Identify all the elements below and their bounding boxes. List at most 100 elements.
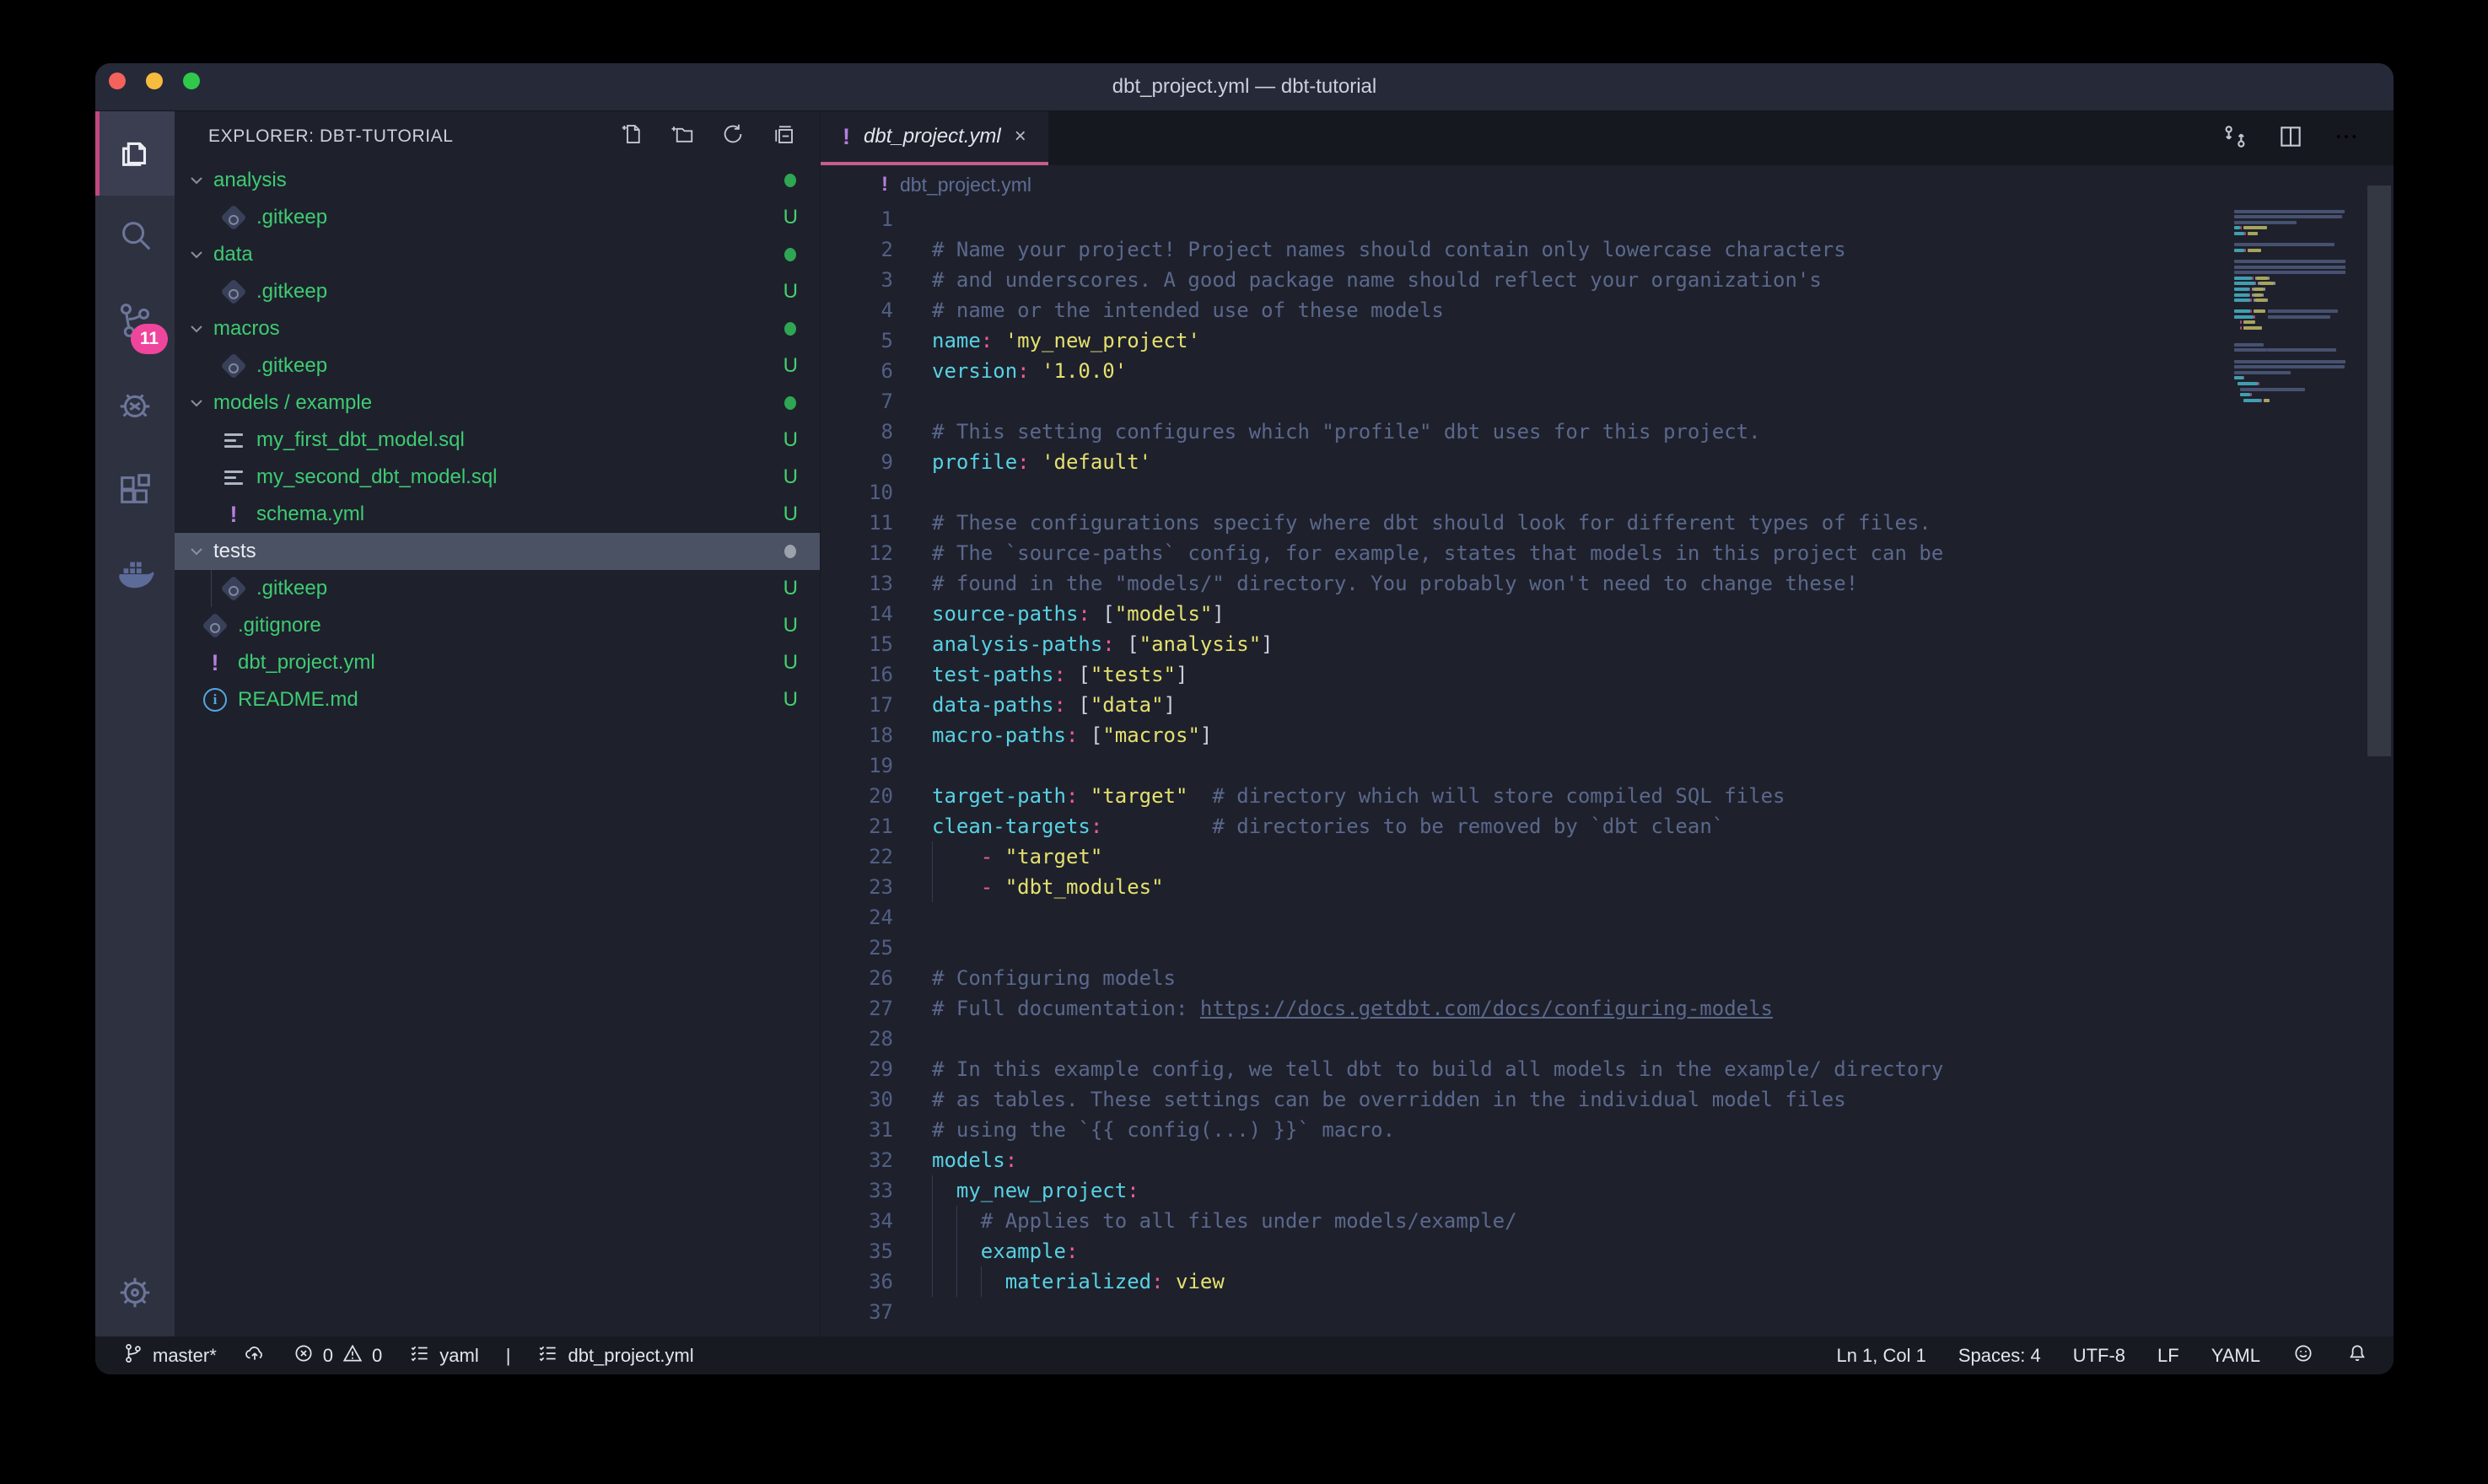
tree-file--gitignore[interactable]: .gitignoreU — [175, 607, 820, 644]
activity-extensions[interactable] — [95, 449, 175, 533]
code-line-15[interactable]: 15analysis-paths: ["analysis"] — [821, 629, 2394, 659]
tree-file-readme-md[interactable]: iREADME.mdU — [175, 681, 820, 718]
line-number[interactable]: 27 — [821, 993, 893, 1024]
line-number[interactable]: 7 — [821, 386, 893, 417]
status-language-mode[interactable]: YAML — [2211, 1345, 2260, 1367]
code-line-22[interactable]: 22 - "target" — [821, 841, 2394, 872]
tab-dbt-project-yml[interactable]: ! dbt_project.yml × — [821, 111, 1048, 165]
line-number[interactable]: 17 — [821, 690, 893, 720]
tree-file--gitkeep[interactable]: .gitkeepU — [175, 570, 820, 607]
scrollbar-thumb[interactable] — [2367, 186, 2391, 756]
code-line-31[interactable]: 31# using the `{{ config(...) }}` macro. — [821, 1115, 2394, 1145]
code-line-2[interactable]: 2# Name your project! Project names shou… — [821, 234, 2394, 265]
status-language-task[interactable]: yaml — [409, 1342, 478, 1369]
line-number[interactable]: 3 — [821, 265, 893, 295]
line-number[interactable]: 21 — [821, 811, 893, 841]
code-line-3[interactable]: 3# and underscores. A good package name … — [821, 265, 2394, 295]
line-number[interactable]: 14 — [821, 599, 893, 629]
line-number[interactable]: 22 — [821, 841, 893, 872]
line-number[interactable]: 23 — [821, 872, 893, 902]
line-number[interactable]: 2 — [821, 234, 893, 265]
code-line-5[interactable]: 5name: 'my_new_project' — [821, 325, 2394, 356]
code-line-23[interactable]: 23 - "dbt_modules" — [821, 872, 2394, 902]
code-line-28[interactable]: 28 — [821, 1024, 2394, 1054]
code-line-27[interactable]: 27# Full documentation: https://docs.get… — [821, 993, 2394, 1024]
tree-file-my-first-dbt-model-sql[interactable]: my_first_dbt_model.sqlU — [175, 422, 820, 459]
tree-folder-models-example[interactable]: models / example — [175, 384, 820, 422]
code-line-4[interactable]: 4# name or the intended use of these mod… — [821, 295, 2394, 325]
activity-debug[interactable] — [95, 364, 175, 449]
line-number[interactable]: 1 — [821, 204, 893, 234]
line-number[interactable]: 36 — [821, 1266, 893, 1297]
status-eol[interactable]: LF — [2157, 1345, 2179, 1367]
line-number[interactable]: 29 — [821, 1054, 893, 1084]
status-problems[interactable]: 00 — [293, 1342, 383, 1369]
line-number[interactable]: 24 — [821, 902, 893, 933]
status-file-task[interactable]: dbt_project.yml — [537, 1342, 693, 1369]
code-line-32[interactable]: 32models: — [821, 1145, 2394, 1175]
line-number[interactable]: 16 — [821, 659, 893, 690]
tree-file--gitkeep[interactable]: .gitkeepU — [175, 347, 820, 384]
activity-files[interactable] — [95, 111, 175, 196]
line-number[interactable]: 11 — [821, 508, 893, 538]
line-number[interactable]: 30 — [821, 1084, 893, 1115]
code-line-35[interactable]: 35 example: — [821, 1236, 2394, 1266]
tree-file--gitkeep[interactable]: .gitkeepU — [175, 199, 820, 236]
code-line-21[interactable]: 21clean-targets: # directories to be rem… — [821, 811, 2394, 841]
code-line-26[interactable]: 26# Configuring models — [821, 963, 2394, 993]
line-number[interactable]: 10 — [821, 477, 893, 508]
code-line-8[interactable]: 8# This setting configures which "profil… — [821, 417, 2394, 447]
line-number[interactable]: 25 — [821, 933, 893, 963]
code-line-6[interactable]: 6version: '1.0.0' — [821, 356, 2394, 386]
status-git-branch[interactable]: master* — [122, 1342, 217, 1369]
line-number[interactable]: 37 — [821, 1297, 893, 1327]
line-number[interactable]: 19 — [821, 750, 893, 781]
code-line-12[interactable]: 12# The `source-paths` config, for examp… — [821, 538, 2394, 568]
code-line-1[interactable]: 1 — [821, 204, 2394, 234]
tree-folder-analysis[interactable]: analysis — [175, 162, 820, 199]
line-number[interactable]: 28 — [821, 1024, 893, 1054]
code-line-33[interactable]: 33 my_new_project: — [821, 1175, 2394, 1206]
code-line-37[interactable]: 37 — [821, 1297, 2394, 1327]
code-line-20[interactable]: 20target-path: "target" # directory whic… — [821, 781, 2394, 811]
status-notifications[interactable] — [2346, 1342, 2368, 1369]
line-number[interactable]: 9 — [821, 447, 893, 477]
code-line-24[interactable]: 24 — [821, 902, 2394, 933]
code-line-18[interactable]: 18macro-paths: ["macros"] — [821, 720, 2394, 750]
status-publish-changes[interactable] — [244, 1342, 266, 1369]
code-line-17[interactable]: 17data-paths: ["data"] — [821, 690, 2394, 720]
new-file-button[interactable] — [619, 121, 644, 152]
code-line-25[interactable]: 25 — [821, 933, 2394, 963]
line-number[interactable]: 8 — [821, 417, 893, 447]
line-number[interactable]: 33 — [821, 1175, 893, 1206]
refresh-button[interactable] — [720, 121, 746, 152]
line-number[interactable]: 4 — [821, 295, 893, 325]
code-line-16[interactable]: 16test-paths: ["tests"] — [821, 659, 2394, 690]
split-editor-button[interactable] — [2277, 123, 2304, 154]
code-line-19[interactable]: 19 — [821, 750, 2394, 781]
line-number[interactable]: 12 — [821, 538, 893, 568]
activity-search[interactable] — [95, 196, 175, 280]
status-cursor-position[interactable]: Ln 1, Col 1 — [1836, 1345, 1925, 1367]
code-line-29[interactable]: 29# In this example config, we tell dbt … — [821, 1054, 2394, 1084]
new-folder-button[interactable] — [670, 121, 695, 152]
line-number[interactable]: 13 — [821, 568, 893, 599]
code-line-7[interactable]: 7 — [821, 386, 2394, 417]
activity-gear[interactable] — [95, 1252, 175, 1336]
more-button[interactable] — [2333, 123, 2360, 154]
activity-source-control[interactable]: 11 — [95, 280, 175, 364]
line-number[interactable]: 5 — [821, 325, 893, 356]
code-line-9[interactable]: 9profile: 'default' — [821, 447, 2394, 477]
line-number[interactable]: 34 — [821, 1206, 893, 1236]
minimap[interactable] — [2234, 204, 2345, 410]
collapse-all-button[interactable] — [771, 121, 796, 152]
status-feedback[interactable] — [2292, 1342, 2314, 1369]
tree-file--gitkeep[interactable]: .gitkeepU — [175, 273, 820, 310]
activity-docker[interactable] — [95, 533, 175, 617]
tree-folder-macros[interactable]: macros — [175, 310, 820, 347]
line-number[interactable]: 26 — [821, 963, 893, 993]
code-line-34[interactable]: 34 # Applies to all files under models/e… — [821, 1206, 2394, 1236]
code-line-11[interactable]: 11# These configurations specify where d… — [821, 508, 2394, 538]
breadcrumb[interactable]: ! dbt_project.yml — [821, 165, 2394, 204]
line-number[interactable]: 31 — [821, 1115, 893, 1145]
